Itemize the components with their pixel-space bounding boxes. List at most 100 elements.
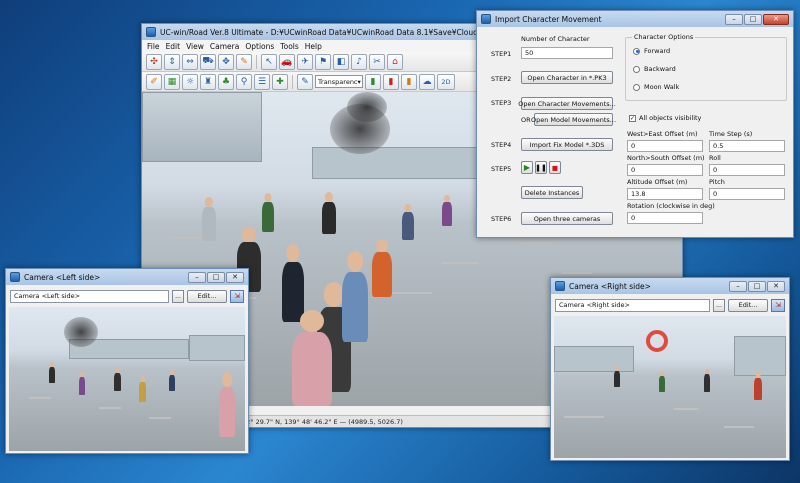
table bbox=[724, 426, 754, 428]
play-icon[interactable]: ▶ bbox=[521, 161, 533, 174]
transparency-combo[interactable]: Transparenc ▾ bbox=[315, 75, 363, 88]
menu-tools[interactable]: Tools bbox=[280, 42, 298, 51]
camera-right-window: Camera <Right side> – □ ✕ Camera <Right … bbox=[550, 277, 790, 461]
north-south-offset-input[interactable]: 0 bbox=[627, 164, 703, 176]
delete-instances-button[interactable]: Delete Instances bbox=[521, 186, 583, 199]
menu-help[interactable]: Help bbox=[305, 42, 322, 51]
car-icon[interactable]: 🚗 bbox=[279, 53, 295, 70]
import-dialog-title: Import Character Movement bbox=[495, 14, 602, 24]
import-fix-model-button[interactable]: Import Fix Model *.3DS bbox=[521, 138, 613, 151]
pin-icon[interactable]: ⇲ bbox=[771, 298, 785, 312]
chevron-down-icon: ▾ bbox=[357, 77, 361, 86]
rotation-input[interactable]: 0 bbox=[627, 212, 703, 224]
camera-right-more-button[interactable]: ... bbox=[713, 298, 725, 312]
tree-icon[interactable]: ♣ bbox=[218, 73, 234, 90]
pause-icon[interactable]: ❚❚ bbox=[535, 161, 547, 174]
lights-icon[interactable]: ☼ bbox=[182, 73, 198, 90]
menu-view[interactable]: View bbox=[186, 42, 204, 51]
camera-right-viewport[interactable] bbox=[554, 316, 786, 458]
all-objects-visibility-checkbox[interactable]: ✓ All objects visibility bbox=[629, 114, 701, 122]
close-icon[interactable]: ✕ bbox=[763, 13, 789, 25]
road-icon[interactable]: ⇔ bbox=[182, 53, 198, 70]
road-edit-icon[interactable]: ✣ bbox=[146, 53, 162, 70]
altitude-offset-label: Altitude Offset (m) bbox=[627, 178, 688, 186]
character bbox=[342, 272, 368, 342]
camera-left-select[interactable]: Camera <Left side> bbox=[10, 289, 169, 303]
time-step-label: Time Step (s) bbox=[709, 130, 753, 138]
radio-moon-walk[interactable]: Moon Walk bbox=[633, 83, 679, 91]
walk-icon[interactable]: ⚑ bbox=[315, 53, 331, 70]
close-icon[interactable]: ✕ bbox=[767, 280, 785, 292]
character bbox=[442, 202, 452, 226]
step2-label: STEP2 bbox=[491, 75, 512, 83]
pin-icon[interactable]: ⇲ bbox=[230, 289, 244, 303]
document-icon[interactable]: ☰ bbox=[254, 73, 270, 90]
character bbox=[372, 252, 392, 297]
menu-file[interactable]: File bbox=[147, 42, 160, 51]
number-of-character-input[interactable]: 50 bbox=[521, 47, 613, 59]
camera-right-select[interactable]: Camera <Right side> bbox=[555, 298, 710, 312]
maximize-icon[interactable]: □ bbox=[744, 13, 762, 25]
open-character-button[interactable]: Open Character in *.PK3 bbox=[521, 71, 613, 84]
open-three-cameras-button[interactable]: Open three cameras bbox=[521, 212, 613, 225]
models-icon[interactable]: ♜ bbox=[200, 73, 216, 90]
chart-red-icon[interactable]: ▮ bbox=[383, 73, 399, 90]
import-dialog-title-bar[interactable]: Import Character Movement – □ ✕ bbox=[477, 11, 793, 27]
terrain-icon[interactable]: ✎ bbox=[236, 53, 252, 70]
west-east-offset-input[interactable]: 0 bbox=[627, 140, 703, 152]
select-cursor-icon[interactable]: ↖ bbox=[261, 53, 277, 70]
draw-icon[interactable]: ✎ bbox=[297, 73, 313, 90]
character bbox=[704, 374, 710, 392]
status-coordinates: 42° 29.7" N, 139° 48' 46.2" E — (4989.5,… bbox=[242, 417, 403, 426]
rotate-icon[interactable]: ✥ bbox=[218, 53, 234, 70]
roll-input[interactable]: 0 bbox=[709, 164, 785, 176]
vehicle-icon[interactable]: ⛟ bbox=[200, 53, 216, 70]
camera-right-title-bar[interactable]: Camera <Right side> – □ ✕ bbox=[551, 278, 789, 294]
character bbox=[202, 207, 216, 241]
home-icon[interactable]: ⌂ bbox=[387, 53, 403, 70]
menu-options[interactable]: Options bbox=[245, 42, 274, 51]
sound-icon[interactable]: ♪ bbox=[351, 53, 367, 70]
texture-icon[interactable]: ▦ bbox=[164, 73, 180, 90]
radio-backward[interactable]: Backward bbox=[633, 65, 676, 73]
add-model-icon[interactable]: ✚ bbox=[272, 73, 288, 90]
fly-icon[interactable]: ✈ bbox=[297, 53, 313, 70]
tools-icon[interactable]: ✂ bbox=[369, 53, 385, 70]
camera-right-title: Camera <Right side> bbox=[569, 281, 651, 291]
view-icon[interactable]: ◧ bbox=[333, 53, 349, 70]
step4-label: STEP4 bbox=[491, 141, 512, 149]
camera-left-title-bar[interactable]: Camera <Left side> – □ ✕ bbox=[6, 269, 248, 285]
menu-camera[interactable]: Camera bbox=[210, 42, 239, 51]
open-character-movements-button[interactable]: Open Character Movements... bbox=[518, 97, 616, 110]
radio-forward[interactable]: Forward bbox=[633, 47, 670, 55]
open-model-movements-button[interactable]: Open Model Movements... bbox=[531, 113, 616, 126]
view-2d-button[interactable]: 2D bbox=[437, 73, 455, 90]
maximize-icon[interactable]: □ bbox=[748, 280, 766, 292]
close-icon[interactable]: ✕ bbox=[226, 271, 244, 283]
camera-left-viewport[interactable] bbox=[9, 307, 245, 451]
chart-icon[interactable]: ▮ bbox=[365, 73, 381, 90]
camera-left-edit-button[interactable]: Edit... bbox=[187, 289, 227, 303]
camera-right-edit-button[interactable]: Edit... bbox=[728, 298, 768, 312]
table bbox=[99, 407, 121, 409]
clouds-icon[interactable]: ☁ bbox=[419, 73, 435, 90]
camera-left-more-button[interactable]: ... bbox=[172, 289, 184, 303]
table bbox=[562, 272, 592, 274]
minimize-icon[interactable]: – bbox=[725, 13, 743, 25]
altitude-offset-input[interactable]: 13.8 bbox=[627, 188, 703, 200]
stop-icon[interactable]: ■ bbox=[549, 161, 561, 174]
minimize-icon[interactable]: – bbox=[729, 280, 747, 292]
pitch-input[interactable]: 0 bbox=[709, 188, 785, 200]
brush-icon[interactable]: ✐ bbox=[146, 73, 162, 90]
minimize-icon[interactable]: – bbox=[188, 271, 206, 283]
table bbox=[674, 408, 698, 410]
building bbox=[142, 92, 262, 162]
maximize-icon[interactable]: □ bbox=[207, 271, 225, 283]
highlight-ring bbox=[646, 330, 668, 352]
signal-icon[interactable]: ⚲ bbox=[236, 73, 252, 90]
menu-edit[interactable]: Edit bbox=[166, 42, 181, 51]
time-step-input[interactable]: 0.5 bbox=[709, 140, 785, 152]
chart-orange-icon[interactable]: ▮ bbox=[401, 73, 417, 90]
camera-app-icon bbox=[10, 272, 20, 282]
move-icon[interactable]: ⇕ bbox=[164, 53, 180, 70]
